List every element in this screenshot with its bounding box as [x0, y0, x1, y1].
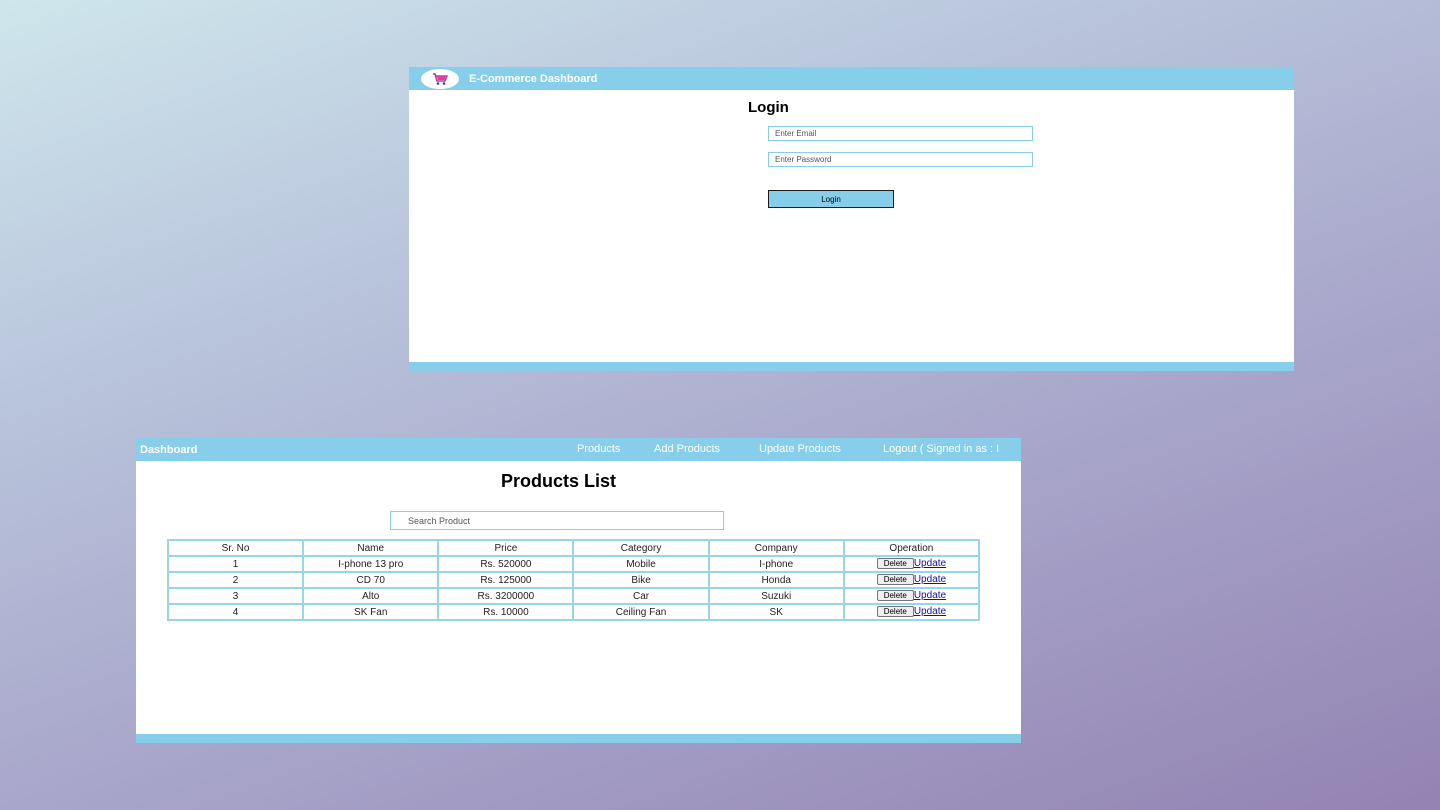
cell-category: Bike	[572, 571, 710, 589]
login-header: E-Commerce Dashboard	[409, 67, 1294, 90]
page-title: Products List	[500, 471, 616, 491]
cell-company: Honda	[707, 571, 845, 589]
shopping-cart-icon[interactable]	[421, 68, 459, 89]
cell-category: Car	[572, 587, 710, 605]
cell-name: I-phone 13 pro	[302, 555, 440, 573]
cell-price: Rs. 520000	[437, 555, 575, 573]
update-link[interactable]: Update	[914, 574, 946, 585]
col-header-operation: Operation	[842, 539, 981, 557]
search-input[interactable]	[390, 511, 724, 530]
table-row: 4 SK Fan Rs. 10000 Ceiling Fan SK Delete…	[166, 603, 981, 621]
nav-logout[interactable]: Logout ( Signed in as : I	[883, 443, 999, 455]
cell-name: Alto	[302, 587, 440, 605]
col-header-category: Category	[572, 539, 710, 557]
cell-sr-no: 4	[166, 603, 305, 621]
cell-operation: Delete Update	[842, 587, 981, 605]
login-title: Login	[748, 99, 789, 116]
delete-button[interactable]: Delete	[876, 574, 914, 586]
delete-button[interactable]: Delete	[876, 558, 914, 570]
table-row: 2 CD 70 Rs. 125000 Bike Honda Delete Upda…	[166, 571, 981, 589]
cell-name: CD 70	[302, 571, 440, 589]
email-field[interactable]	[768, 126, 1033, 141]
login-button[interactable]: Login	[768, 190, 894, 208]
col-header-sr-no: Sr. No	[166, 539, 305, 557]
nav-update-products[interactable]: Update Products	[759, 443, 841, 455]
app-brand: E-Commerce Dashboard	[469, 72, 598, 85]
cell-price: Rs. 10000	[437, 603, 575, 621]
nav-products[interactable]: Products	[577, 443, 620, 455]
dashboard-brand: Dashboard	[140, 444, 198, 456]
cell-price: Rs. 125000	[437, 571, 575, 589]
cell-sr-no: 2	[166, 571, 305, 589]
delete-button[interactable]: Delete	[876, 590, 914, 602]
dashboard-footer	[136, 734, 1021, 743]
dashboard-header: Dashboard Products Add Products Update P…	[136, 438, 1021, 461]
table-row: 1 I-phone 13 pro Rs. 520000 Mobile I-pho…	[166, 555, 981, 573]
table-row: 3 Alto Rs. 3200000 Car Suzuki Delete Upda…	[166, 587, 981, 605]
password-field[interactable]	[768, 152, 1033, 167]
delete-button[interactable]: Delete	[876, 606, 914, 618]
login-window: E-Commerce Dashboard Login Login	[409, 67, 1294, 371]
update-link[interactable]: Update	[914, 558, 946, 569]
products-table: Sr. No Name Price Category Company Opera…	[166, 539, 981, 621]
cell-company: I-phone	[707, 555, 845, 573]
table-header-row: Sr. No Name Price Category Company Opera…	[166, 539, 981, 557]
col-header-company: Company	[707, 539, 845, 557]
nav-add-products[interactable]: Add Products	[654, 443, 720, 455]
cell-company: Suzuki	[707, 587, 845, 605]
dashboard-window: Dashboard Products Add Products Update P…	[136, 438, 1021, 743]
cell-sr-no: 3	[166, 587, 305, 605]
cell-operation: Delete Update	[842, 603, 981, 621]
cell-price: Rs. 3200000	[437, 587, 575, 605]
update-link[interactable]: Update	[914, 606, 946, 617]
cell-sr-no: 1	[166, 555, 305, 573]
col-header-name: Name	[302, 539, 440, 557]
cell-category: Mobile	[572, 555, 710, 573]
update-link[interactable]: Update	[914, 590, 946, 601]
cell-operation: Delete Update	[842, 571, 981, 589]
login-footer	[409, 362, 1294, 371]
col-header-price: Price	[437, 539, 575, 557]
cell-company: SK	[707, 603, 845, 621]
cell-operation: Delete Update	[842, 555, 981, 573]
cell-category: Ceiling Fan	[572, 603, 710, 621]
cell-name: SK Fan	[302, 603, 440, 621]
